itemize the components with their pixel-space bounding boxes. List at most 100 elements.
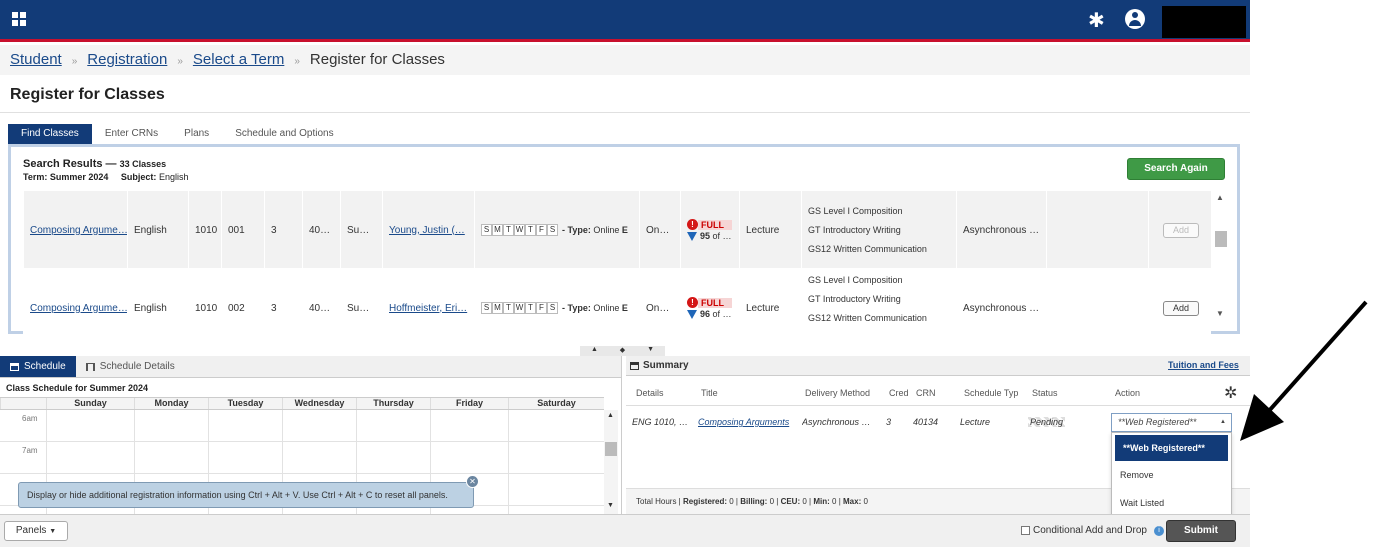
day-box: S (547, 224, 558, 236)
keyboard-shortcut-tip: Display or hide additional registration … (18, 482, 474, 508)
tab-find-classes[interactable]: Find Classes (8, 124, 92, 144)
chevron-down-icon: ▲ (1220, 419, 1226, 425)
splitter-down-icon[interactable]: ▼ (647, 346, 654, 356)
scroll-thumb[interactable] (605, 442, 617, 456)
attribute-list: GS Level I Composition GT Introductory W… (808, 206, 927, 254)
hour-label: 6am (22, 414, 38, 423)
tuition-and-fees-link[interactable]: Tuition and Fees (1168, 360, 1239, 370)
meeting-times-cell: SMTWTFS - Type: Online E (474, 269, 639, 347)
page-title: Register for Classes (10, 86, 165, 103)
search-results-panel: Search Results — 33 Classes Term: Summer… (8, 144, 1240, 347)
results-scrollbar[interactable]: ▲ ▼ (1214, 191, 1228, 323)
meeting-type: - Type: Online E (562, 225, 628, 235)
schedule-type-cell: Lecture (739, 269, 801, 347)
conditional-add-drop-checkbox[interactable] (1021, 526, 1030, 535)
weekday-header: Sunday Monday Tuesday Wednesday Thursday… (0, 397, 604, 410)
instructor-link[interactable]: Young, Justin (… (382, 191, 474, 269)
top-navigation-bar: ✱ (0, 0, 1250, 42)
day-box: T (503, 302, 514, 314)
splitter-middle-icon[interactable]: ◆ (620, 346, 625, 356)
instructor-link[interactable]: Hoffmeister, Eri… (382, 269, 474, 347)
tab-schedule-details[interactable]: Schedule Details (76, 356, 185, 377)
status-cell: ! FULL 95 of … (680, 191, 739, 269)
add-button[interactable]: Add (1163, 222, 1199, 238)
summary-header-bar: Summary Tuition and Fees (626, 356, 1250, 376)
table-row[interactable]: Composing Argume… English 1010 002 3 40…… (23, 269, 1211, 347)
action-select[interactable]: **Web Registered** ▲ (1111, 413, 1232, 432)
ceu-value: 0 (802, 497, 807, 506)
breadcrumb-select-a-term[interactable]: Select a Term (193, 51, 284, 68)
crn-cell: 40… (302, 191, 340, 269)
scroll-thumb[interactable] (1215, 231, 1227, 247)
summary-schedule-type: Lecture (960, 417, 991, 427)
redacted-user-name (1162, 6, 1246, 38)
day-box: S (481, 302, 492, 314)
course-title-link[interactable]: Composing Argume… (23, 269, 127, 347)
day-box: F (536, 302, 547, 314)
panels-button[interactable]: Panels ▼ (4, 521, 68, 541)
add-button[interactable]: Add (1163, 300, 1199, 316)
column-action: Action (1115, 388, 1141, 398)
pending-status-badge: Pending (1028, 417, 1066, 427)
search-criteria: Term: Summer 2024 Subject: English (23, 172, 188, 182)
summary-crn: 40134 (913, 417, 939, 427)
tab-schedule-and-options[interactable]: Schedule and Options (222, 124, 346, 144)
subject-cell: English (127, 191, 188, 269)
conditional-add-drop: Conditional Add and Drop i (1021, 525, 1164, 536)
full-status-badge: ! FULL 96 of … (687, 297, 732, 319)
day-box: T (503, 224, 514, 236)
action-selected-value: **Web Registered** (1118, 417, 1197, 427)
tab-enter-crns[interactable]: Enter CRNs (92, 124, 171, 144)
splitter-up-icon[interactable]: ▲ (591, 346, 598, 356)
info-icon[interactable]: i (1153, 525, 1164, 536)
attribute: GT Introductory Writing (808, 294, 901, 304)
summary-course-title-link[interactable]: Composing Arguments (698, 417, 795, 427)
tab-plans[interactable]: Plans (171, 124, 222, 144)
waitlist-triangle-icon (687, 231, 697, 241)
breadcrumb-registration[interactable]: Registration (87, 51, 167, 68)
term-cell: Su… (340, 269, 382, 347)
submit-button[interactable]: Submit (1166, 520, 1236, 542)
app-grid-icon[interactable] (12, 12, 26, 26)
course-number-cell: 1010 (188, 191, 221, 269)
schedule-scrollbar[interactable]: ▲ ▼ (604, 410, 618, 514)
user-profile-icon[interactable] (1125, 9, 1145, 29)
action-option-remove[interactable]: Remove (1112, 461, 1231, 489)
breadcrumb-separator: » (294, 56, 300, 67)
type-value: Online (593, 225, 620, 235)
alert-icon: ! (687, 219, 698, 230)
day-header-wednesday: Wednesday (282, 398, 356, 409)
time-column-header (0, 398, 46, 409)
scroll-up-icon[interactable]: ▲ (1216, 193, 1224, 202)
search-again-button[interactable]: Search Again (1127, 158, 1225, 180)
meeting-times-cell: SMTWTFS - Type: Online E (474, 191, 639, 269)
column-details: Details (636, 388, 664, 398)
conditional-add-drop-label: Conditional Add and Drop (1033, 525, 1147, 536)
campus-cell: On… (639, 269, 680, 347)
action-option-wait-listed[interactable]: Wait Listed (1112, 489, 1231, 517)
breadcrumb-student[interactable]: Student (10, 51, 62, 68)
gear-icon[interactable]: ✱ (1088, 8, 1105, 33)
seats-tail: of … (712, 231, 732, 241)
scroll-down-icon[interactable]: ▼ (607, 502, 614, 509)
day-box: T (525, 224, 536, 236)
scroll-up-icon[interactable]: ▲ (607, 412, 614, 419)
summary-title: Summary (630, 360, 689, 371)
meeting-days: SMTWTFS (481, 302, 558, 314)
day-header-thursday: Thursday (356, 398, 430, 409)
panel-splitter[interactable]: ▲ ◆ ▼ (580, 346, 665, 356)
panels-label: Panels (15, 525, 47, 536)
breadcrumb-separator: » (177, 56, 183, 67)
scroll-down-icon[interactable]: ▼ (1216, 309, 1224, 318)
registered-label: Registered: (683, 497, 728, 506)
tab-schedule[interactable]: Schedule (0, 356, 76, 377)
table-row[interactable]: Composing Argume… English 1010 001 3 40…… (23, 191, 1211, 269)
action-option-web-registered[interactable]: **Web Registered** (1115, 435, 1228, 461)
hour-row: 7am (0, 442, 604, 474)
day-header-sunday: Sunday (46, 398, 134, 409)
crn-cell: 40… (302, 269, 340, 347)
course-title-link[interactable]: Composing Argume… (23, 191, 127, 269)
day-box: F (536, 224, 547, 236)
column-delivery-method: Delivery Method (805, 388, 871, 398)
close-icon[interactable]: ✕ (466, 475, 479, 488)
